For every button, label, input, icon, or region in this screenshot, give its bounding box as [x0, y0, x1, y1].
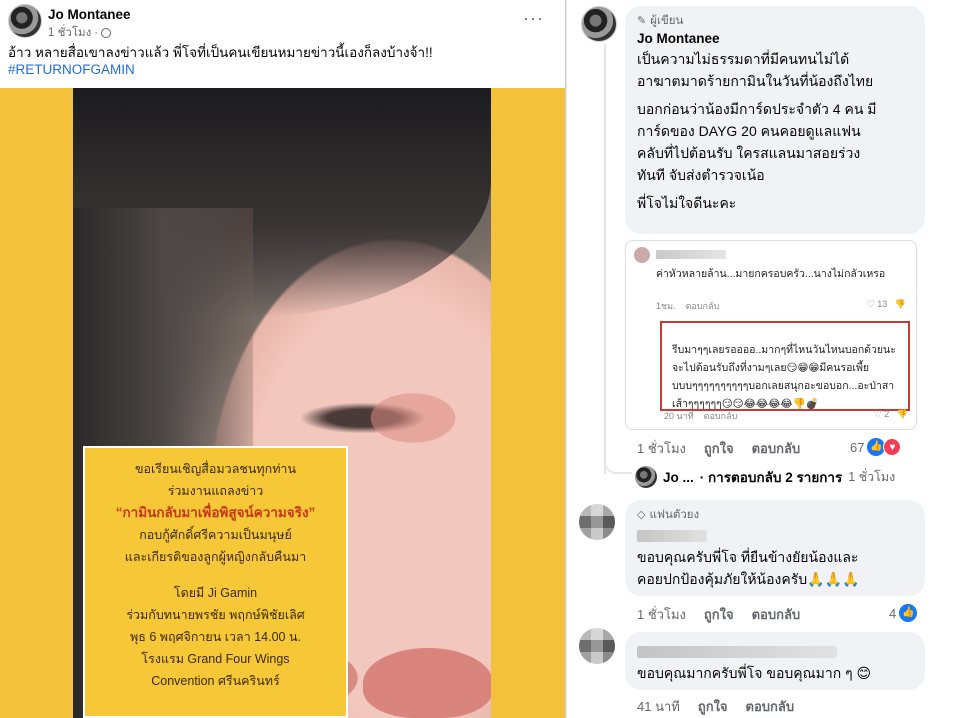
- comment-time[interactable]: 41 นาที: [637, 696, 680, 717]
- post-caption: อ้าว หลายสื่อเขาลงข่าวแล้ว พี่โจที่เป็นค…: [8, 44, 558, 78]
- like-link[interactable]: ถูกใจ: [704, 604, 734, 625]
- thread-curve: [604, 440, 632, 474]
- caption-text: อ้าว หลายสื่อเขาลงข่าวแล้ว พี่โจที่เป็นค…: [8, 45, 433, 60]
- screenshot-likes: ♡ 2 👎: [873, 409, 908, 419]
- reaction-count: 67: [850, 439, 865, 455]
- screenshot-like-count: 13: [877, 299, 888, 309]
- comment-text-line: ทันที จับส่งตำรวจเน้อ: [637, 167, 765, 183]
- comment-text-line: คอยปกป้องคุ้มภัยให้น้องครับ🙏🙏🙏: [637, 571, 860, 587]
- comment-bubble: ✎ ผู้เขียน Jo Montanee เป็นความไม่ธรรมดา…: [625, 6, 925, 234]
- reply-link[interactable]: ตอบกลับ: [752, 438, 801, 459]
- blurred-commenter-name: [637, 640, 913, 662]
- screenshot-reply: ตอบกลับ: [685, 301, 720, 311]
- comment-actions: 1 ชั่วโมง ถูกใจ ตอบกลับ: [637, 604, 800, 625]
- comment-time[interactable]: 1 ชั่วโมง: [637, 438, 686, 459]
- hashtag-link[interactable]: #RETURNOFGAMIN: [8, 61, 558, 78]
- more-icon[interactable]: ···: [523, 8, 544, 29]
- post-time[interactable]: 1 ชั่วโมง: [48, 24, 91, 42]
- comment-text-line: เป็นความไม่ธรรมดาที่มีคนทนไม่ได้: [637, 51, 850, 67]
- screenshot-root: Jo Montanee 1 ชั่วโมง · ··· อ้าว หลายสื่…: [0, 0, 957, 718]
- badge-label: ผู้เขียน: [650, 15, 684, 27]
- pixelated-avatar[interactable]: [579, 504, 615, 540]
- post-header: Jo Montanee 1 ชั่วโมง · ···: [8, 4, 558, 40]
- invite-line: ร่วมงานแถลงข่าว: [167, 484, 264, 498]
- comment-actions: 1 ชั่วโมง ถูกใจ ตอบกลับ: [637, 438, 800, 459]
- comments-panel: ✎ ผู้เขียน Jo Montanee เป็นความไม่ธรรมดา…: [567, 0, 957, 718]
- reply-avatar: [635, 466, 657, 488]
- invite-line: โดยมี Ji Gamin: [173, 586, 258, 600]
- comment-text-line: ขอบคุณครับพี่โจ ที่ยืนข้างยัยน้องและ: [637, 549, 859, 565]
- blurred-name-bar: [656, 249, 726, 259]
- invitation-card: ขอเรียนเชิญสื่อมวลชนทุกท่าน ร่วมงานแถลงข…: [83, 446, 348, 718]
- heart-icon: ♥: [883, 438, 902, 456]
- invite-line: โรงแรม Grand Four Wings: [141, 652, 290, 666]
- commenter-avatar[interactable]: [581, 6, 617, 42]
- highlighted-text-line: บบบๆๆๆๆๆๆๆๆๆๆบอกเลยสนุกอะขอบอก...อะป่าสา: [672, 380, 895, 392]
- screenshot-time: 20 นาที: [664, 411, 694, 421]
- screenshot-likes: ♡ 13 👎: [866, 299, 906, 309]
- screenshot-like-count: 2: [884, 409, 890, 419]
- comment-text-line: พี่โจไม่ใจดีนะคะ: [637, 195, 737, 211]
- commenter-name[interactable]: Jo Montanee: [637, 30, 913, 48]
- lips-shape: [363, 648, 491, 718]
- dot-separator: ·: [94, 27, 99, 39]
- comment-screenshot-attachment[interactable]: ค่าหัวหลายล้าน...มายกครอบครัว...นางไม่กล…: [625, 240, 917, 430]
- blurred-commenter-name: [637, 524, 913, 546]
- diamond-icon: ◇: [637, 509, 646, 521]
- reaction-summary[interactable]: 4 👍: [889, 604, 918, 622]
- screenshot-meta: 20 นาที ตอบกลับ ♡ 2 👎: [664, 409, 908, 423]
- highlighted-text-line: จะไปต้อนรับถึงที่งามๆเลย😏😁😁มีคนรอเพี้ย: [672, 362, 870, 374]
- screenshot-comment-text: ค่าหัวหลายล้าน...มายกครอบครัว...นางไม่กล…: [656, 268, 886, 280]
- blurred-name: [656, 249, 916, 260]
- like-link[interactable]: ถูกใจ: [698, 696, 728, 717]
- post-author[interactable]: Jo Montanee: [48, 7, 131, 22]
- pen-icon: ✎: [637, 15, 647, 27]
- highlighted-comment-box: รีบมาๆๆเลยรออออ..มากๆที่ไหนวันไหนบอกด้วย…: [660, 321, 910, 411]
- comment-text-line: การ์ดของ DAYG 20 คนคอยดูแลแฟน: [637, 123, 861, 139]
- comment-text-line: คลับที่ไปต้อนรับ ใครสแลนมาสอยร่วง: [637, 145, 861, 161]
- post-photo[interactable]: ขอเรียนเชิญสื่อมวลชนทุกท่าน ร่วมงานแถลงข…: [0, 88, 565, 718]
- invite-line: Convention ศรีนครินทร์: [151, 674, 280, 688]
- invite-line: ร่วมกับทนายพรชัย พฤกษ์พิชัยเลิศ: [126, 608, 305, 622]
- post-meta: 1 ชั่วโมง ·: [48, 24, 112, 42]
- reply-link[interactable]: ตอบกลับ: [752, 604, 801, 625]
- screenshot-reply: ตอบกลับ: [703, 411, 738, 421]
- badge-label: แฟนตัวยง: [649, 509, 700, 521]
- highlighted-text-line: รีบมาๆๆเลยรออออ..มากๆที่ไหนวันไหนบอกด้วย…: [672, 344, 896, 356]
- comment-time[interactable]: 1 ชั่วโมง: [637, 604, 686, 625]
- screenshot-meta: 1ชม. ตอบกลับ ♡ 13 👎: [656, 299, 906, 313]
- invite-line: กอบกู้ศักดิ์ศรีความเป็นมนุษย์: [139, 528, 292, 542]
- like-link[interactable]: ถูกใจ: [704, 438, 734, 459]
- invite-headline: “กามินกลับมาเพื่อพิสูจน์ความจริง”: [115, 505, 316, 520]
- author-badge: ✎ ผู้เขียน: [637, 14, 913, 28]
- reply-author: Jo ...: [663, 469, 694, 485]
- comment-text-line: อาฆาตมาดร้ายกามินในวันที่น้องถึงไทย: [637, 73, 874, 89]
- author-avatar[interactable]: [8, 4, 42, 38]
- post-card: Jo Montanee 1 ชั่วโมง · ··· อ้าว หลายสื่…: [0, 0, 566, 718]
- screenshot-time: 1ชม.: [656, 301, 676, 311]
- view-replies-row[interactable]: Jo ... · การตอบกลับ 2 รายการ 1 ชั่วโมง: [635, 462, 957, 492]
- blurred-name-bar: [637, 646, 837, 659]
- comment-actions: 41 นาที ถูกใจ ตอบกลับ: [637, 696, 794, 717]
- blurred-avatar: [634, 247, 650, 263]
- like-icon: 👍: [899, 604, 918, 622]
- pixelated-avatar[interactable]: [579, 628, 615, 664]
- reply-time: 1 ชั่วโมง: [848, 470, 896, 484]
- fan-badge: ◇ แฟนตัวยง: [637, 508, 913, 522]
- comment-bubble: ขอบคุณมากครับพี่โจ ขอบคุณมาก ๆ 😊: [625, 632, 925, 690]
- reply-link[interactable]: ตอบกลับ: [746, 696, 795, 717]
- thread-line: [604, 44, 606, 474]
- comment-bubble: ◇ แฟนตัวยง ขอบคุณครับพี่โจ ที่ยืนข้างยัย…: [625, 500, 925, 596]
- comment-text-line: บอกก่อนว่าน้องมีการ์ดประจำตัว 4 คน มี: [637, 101, 877, 117]
- globe-icon: [101, 28, 112, 38]
- invite-line: และเกียรติของลูกผู้หญิงกลับคืนมา: [124, 550, 307, 564]
- reaction-count: 4: [889, 605, 897, 621]
- blurred-name-bar: [637, 530, 707, 543]
- invite-line: พุธ 6 พฤศจิกายน เวลา 14.00 น.: [130, 630, 301, 644]
- comment-text-line: ขอบคุณมากครับพี่โจ ขอบคุณมาก ๆ 😊: [637, 665, 872, 681]
- view-replies-link[interactable]: · การตอบกลับ 2 รายการ: [700, 466, 842, 488]
- reaction-summary[interactable]: 67 👍 ♥: [850, 438, 902, 456]
- invite-line: ขอเรียนเชิญสื่อมวลชนทุกท่าน: [134, 462, 296, 476]
